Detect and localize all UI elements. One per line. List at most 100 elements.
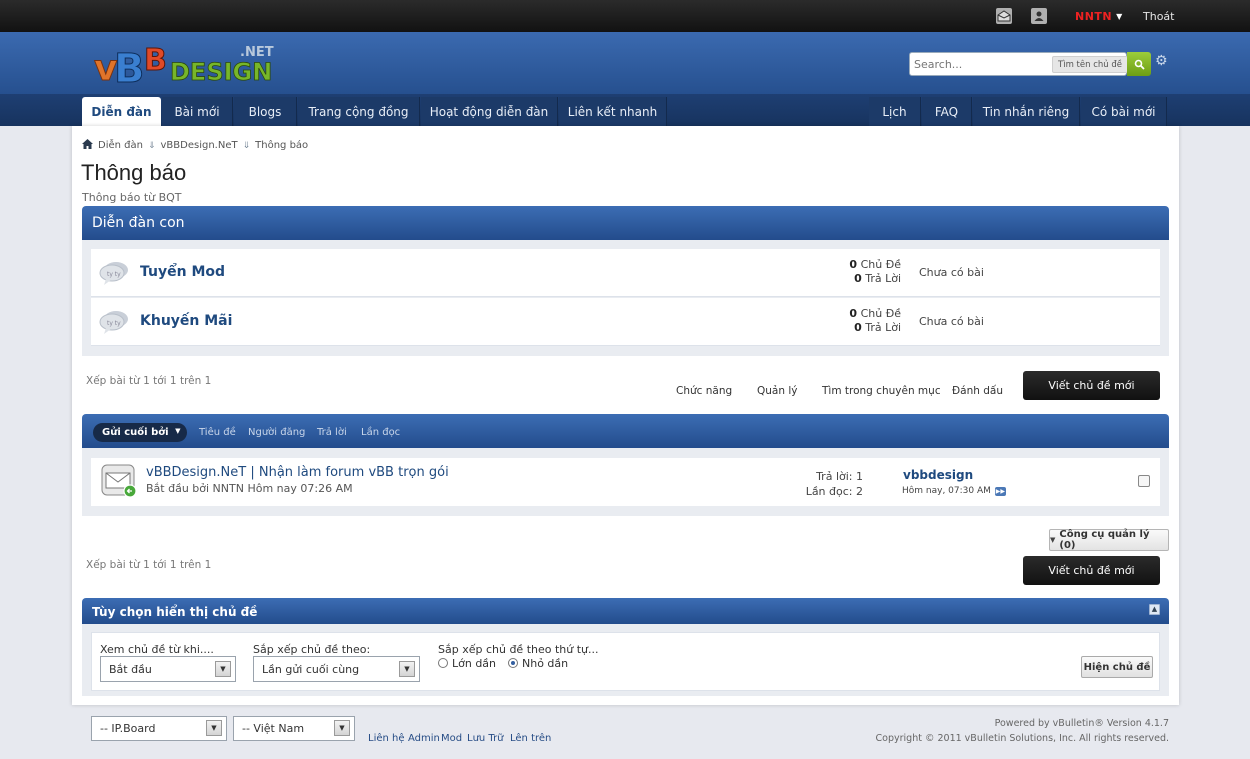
profile-link[interactable] xyxy=(1031,0,1047,32)
forum-read-icon: ty ty xyxy=(99,309,129,335)
radio-button[interactable] xyxy=(438,658,448,668)
new-thread-button[interactable]: Viết chủ đề mới xyxy=(1023,556,1160,585)
svg-text:B: B xyxy=(114,46,145,88)
tab-new-posts[interactable]: Bài mới xyxy=(162,97,233,126)
forum-stats: 0 Chủ Đề 0 Trả Lời xyxy=(849,258,901,285)
chevron-down-icon: ▼ xyxy=(399,661,415,677)
tab-blogs[interactable]: Blogs xyxy=(234,97,297,126)
action-manage[interactable]: Quản lý xyxy=(757,385,797,397)
breadcrumb-vbbdesign[interactable]: vBBDesign.NeT xyxy=(161,140,238,151)
last-poster-link[interactable]: vbbdesign xyxy=(903,468,973,482)
search-input[interactable] xyxy=(914,55,1048,73)
action-search-forum[interactable]: Tìm trong chuyên mục xyxy=(822,385,941,397)
tab-forum-activity[interactable]: Hoạt động diễn đàn xyxy=(421,97,558,126)
display-options-header: Tùy chọn hiển thị chủ đề ▲ xyxy=(82,598,1169,624)
sort-field-select[interactable]: Lần gửi cuối cùng ▼ xyxy=(253,656,420,682)
pager-text: Xếp bài từ 1 tới 1 trên 1 xyxy=(86,559,212,571)
forum-name[interactable]: Khuyến Mãi xyxy=(140,313,232,329)
svg-text:B: B xyxy=(144,43,167,78)
chevron-down-icon: ▼ xyxy=(206,720,222,736)
chevron-down-icon: ▼ xyxy=(215,661,231,677)
forum-last-post: Chưa có bài xyxy=(919,315,984,328)
footer-admin-link[interactable]: Admin xyxy=(408,733,440,744)
forum-last-post: Chưa có bài xyxy=(919,266,984,279)
chevron-down-icon: ▼ xyxy=(334,720,350,736)
svg-text:ty ty: ty ty xyxy=(107,271,121,278)
user-menu[interactable]: NNTN ▼ xyxy=(1075,0,1122,32)
subforum-title: Diễn đàn con xyxy=(92,215,185,231)
display-options-form: Xem chủ đề từ khi.... Bắt đầu ▼ Sắp xếp … xyxy=(91,632,1160,691)
header: v B B DESIGN .NET Tìm tên chủ đề xyxy=(0,32,1250,94)
sort-dropdown[interactable]: Gửi cuối bởi ▼ xyxy=(93,423,187,442)
tab-private-messages[interactable]: Tin nhắn riêng xyxy=(973,97,1080,126)
gear-icon[interactable]: ⚙ xyxy=(1155,54,1169,68)
thread-starter: Bắt đầu bởi NNTN Hôm nay 07:26 AM xyxy=(146,482,353,495)
moderation-tools-button[interactable]: ▼ Công cụ quản lý (0) xyxy=(1049,529,1169,551)
page-description: Thông báo từ BQT xyxy=(82,191,182,204)
username-label: NNTN xyxy=(1075,9,1113,23)
inbox-link[interactable] xyxy=(996,0,1012,32)
tab-community[interactable]: Trang cộng đồng xyxy=(298,97,420,126)
breadcrumb-separator-icon: ⇓ xyxy=(147,140,156,151)
chevron-down-icon: ▼ xyxy=(175,427,181,435)
main-navigation: Diễn đàn Bài mới Blogs Trang cộng đồng H… xyxy=(0,94,1250,126)
tab-quick-links[interactable]: Liên kết nhanh xyxy=(559,97,667,126)
style-chooser-select[interactable]: -- IP.Board ▼ xyxy=(91,716,227,741)
action-mark-read[interactable]: Đánh dấu xyxy=(952,385,1003,397)
chevron-down-icon: ▼ xyxy=(1116,11,1123,21)
site-logo[interactable]: v B B DESIGN .NET xyxy=(92,40,284,93)
sort-replies[interactable]: Trả lời xyxy=(317,427,347,438)
top-bar: NNTN ▼ Thoát xyxy=(0,0,1250,32)
breadcrumb-current: Thông báo xyxy=(255,140,309,151)
logout-link[interactable]: Thoát xyxy=(1143,0,1174,32)
forum-read-icon: ty ty xyxy=(99,260,129,286)
goto-last-post-icon[interactable]: ▶▶ xyxy=(994,486,1006,496)
tab-faq[interactable]: FAQ xyxy=(922,97,972,126)
tab-new-threads[interactable]: Có bài mới xyxy=(1081,97,1167,126)
chevron-down-icon: ▼ xyxy=(1050,536,1056,544)
footer-contact-link[interactable]: Liên hệ xyxy=(368,733,405,744)
collapse-icon[interactable]: ▲ xyxy=(1149,604,1160,615)
show-threads-button[interactable]: Hiện chủ đề xyxy=(1081,656,1153,678)
footer-archive-link[interactable]: Lưu Trữ xyxy=(467,733,504,744)
breadcrumb-forum[interactable]: Diễn đàn xyxy=(98,140,143,151)
radio-button[interactable] xyxy=(508,658,518,668)
language-chooser-select[interactable]: -- Việt Nam ▼ xyxy=(233,716,355,741)
sort-order-desc[interactable]: Nhỏ dần xyxy=(508,657,568,670)
forum-stats: 0 Chủ Đề 0 Trả Lời xyxy=(849,307,901,334)
copyright-text: Copyright © 2011 vBulletin Solutions, In… xyxy=(875,733,1169,744)
display-options-title: Tùy chọn hiển thị chủ đề xyxy=(92,605,258,619)
subforum-list: ty ty Tuyển Mod 0 Chủ Đề 0 Trả Lời Chưa … xyxy=(82,240,1169,356)
subforum-header: Diễn đàn con xyxy=(82,206,1169,240)
sort-order-label: Sắp xếp chủ đề theo thứ tự... xyxy=(438,643,599,656)
magnifier-icon xyxy=(1134,59,1145,70)
tab-forum[interactable]: Diễn đàn xyxy=(82,97,161,126)
thread-list: vBBDesign.NeT | Nhận làm forum vBB trọn … xyxy=(82,448,1169,516)
last-post-time: Hôm nay, 07:30 AM ▶▶ xyxy=(902,486,1006,496)
footer-mod-link[interactable]: Mod xyxy=(441,733,462,744)
new-thread-button[interactable]: Viết chủ đề mới xyxy=(1023,371,1160,400)
thread-status-icon xyxy=(101,464,137,498)
sort-starter[interactable]: Người đăng xyxy=(248,427,305,438)
search-button[interactable] xyxy=(1127,52,1151,76)
tab-calendar[interactable]: Lịch xyxy=(869,97,921,126)
main-content: Diễn đàn ⇓ vBBDesign.NeT ⇓ Thông báo Thô… xyxy=(72,126,1179,705)
threadlist-header: Gửi cuối bởi ▼ Tiêu đề Người đăng Trả lờ… xyxy=(82,414,1169,448)
sort-views[interactable]: Lần đọc xyxy=(361,427,400,438)
breadcrumb: Diễn đàn ⇓ vBBDesign.NeT ⇓ Thông báo xyxy=(82,139,308,152)
thread-stats: Trả lời: 1 Lần đọc: 2 xyxy=(805,470,863,498)
action-options[interactable]: Chức năng xyxy=(676,385,732,397)
thread-title[interactable]: vBBDesign.NeT | Nhận làm forum vBB trọn … xyxy=(146,465,449,480)
search-threads-toggle[interactable]: Tìm tên chủ đề xyxy=(1052,56,1128,73)
footer-top-link[interactable]: Lên trên xyxy=(510,733,551,744)
days-prune-select[interactable]: Bắt đầu ▼ xyxy=(100,656,236,682)
envelope-icon xyxy=(996,8,1012,24)
user-card-icon xyxy=(1031,8,1047,24)
forum-row: ty ty Tuyển Mod 0 Chủ Đề 0 Trả Lời Chưa … xyxy=(91,249,1160,297)
forum-name[interactable]: Tuyển Mod xyxy=(140,264,225,280)
sort-order-asc[interactable]: Lớn dần xyxy=(438,657,496,670)
forum-row: ty ty Khuyến Mãi 0 Chủ Đề 0 Trả Lời Chưa… xyxy=(91,298,1160,346)
home-icon[interactable] xyxy=(82,139,93,152)
sort-title[interactable]: Tiêu đề xyxy=(199,427,236,438)
thread-select-checkbox[interactable] xyxy=(1138,475,1150,487)
